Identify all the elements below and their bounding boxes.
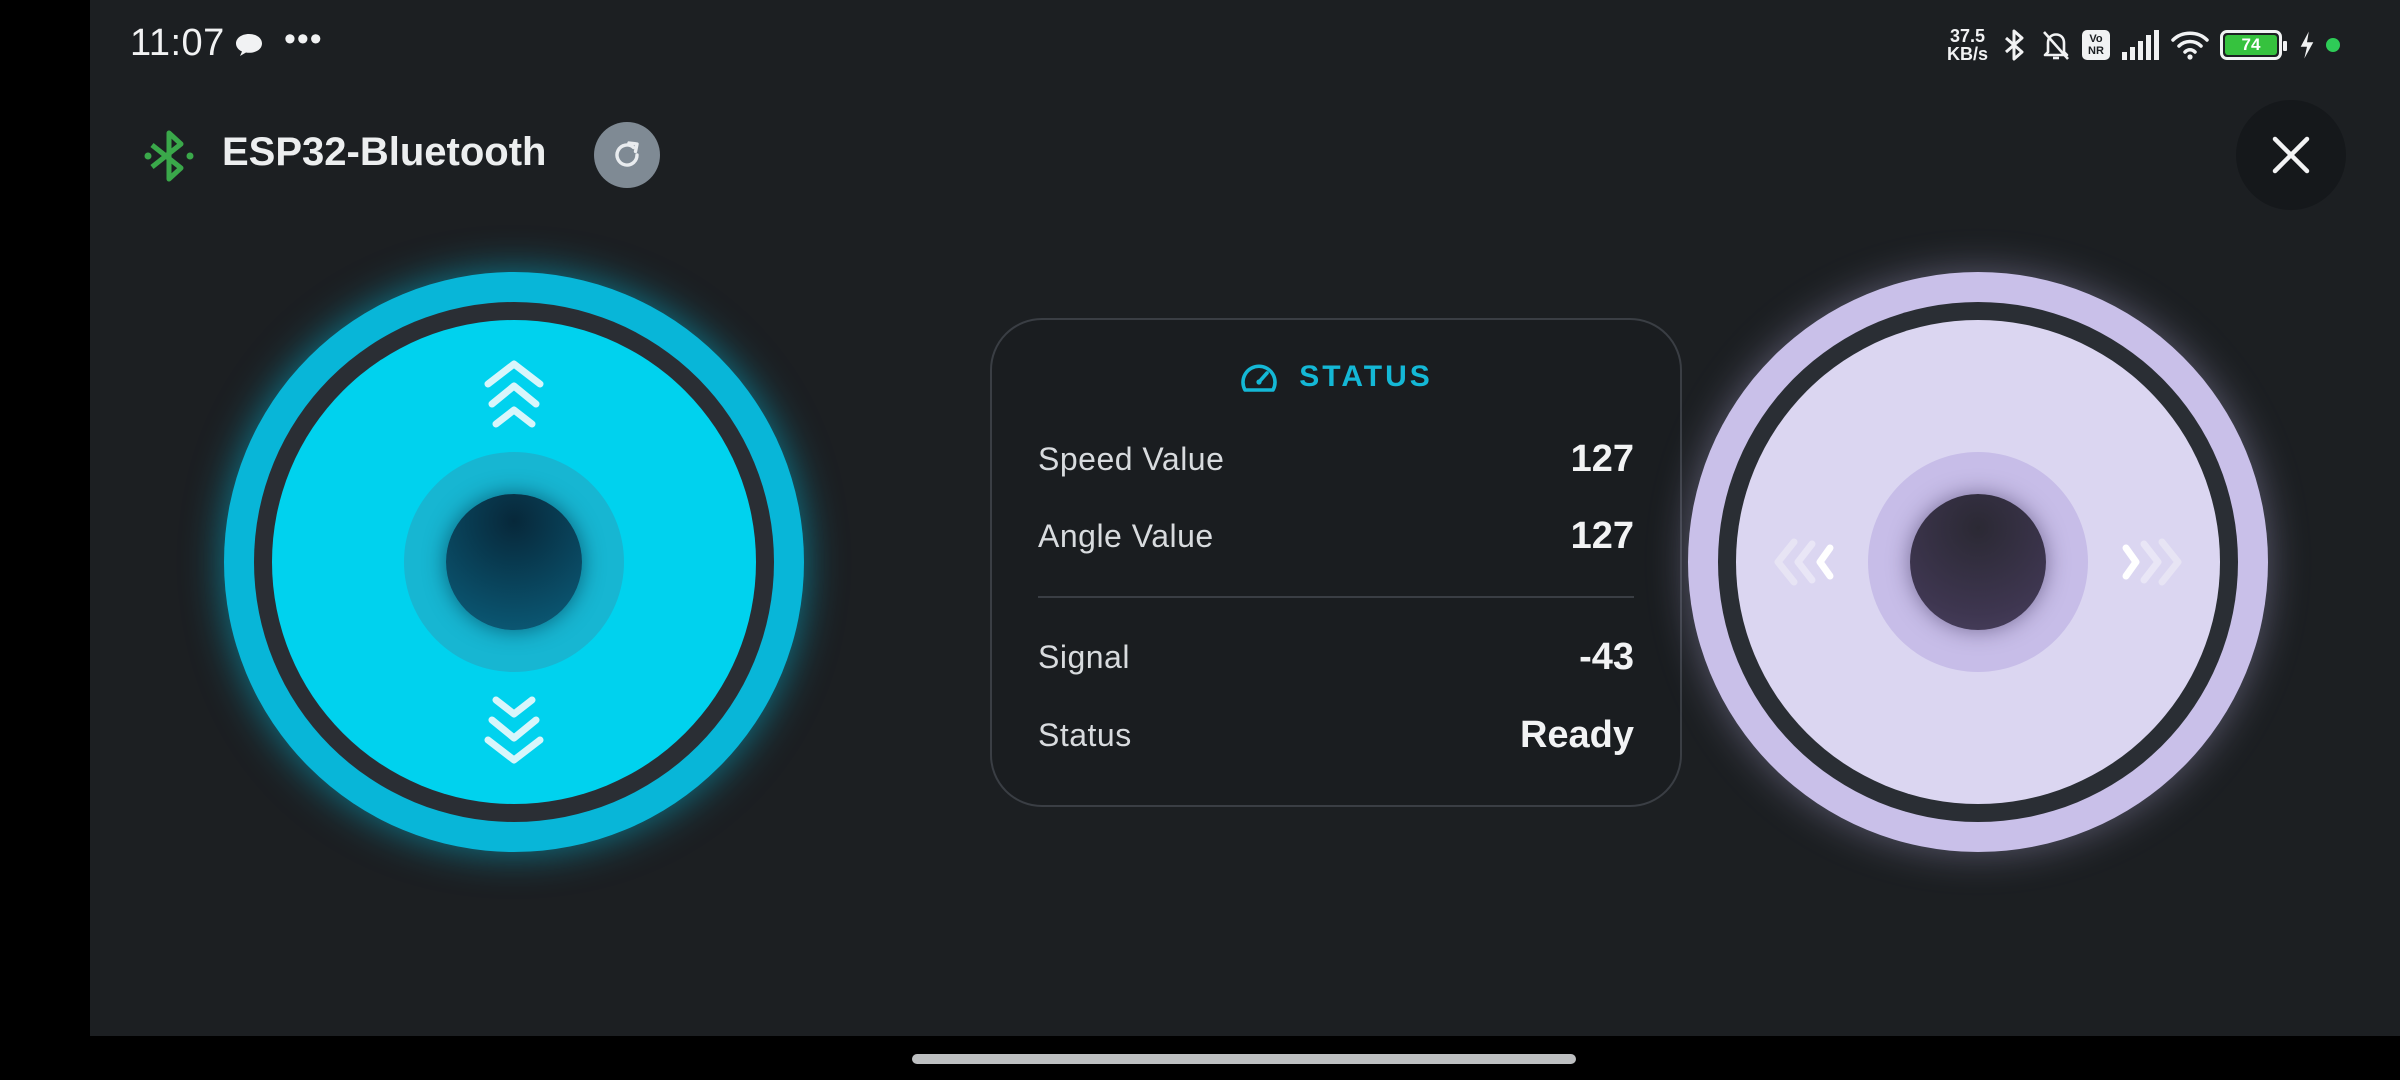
signal-value: -43 — [1579, 636, 1634, 678]
joystick-knob-halo — [404, 452, 624, 672]
battery-icon: 74 — [2220, 30, 2287, 60]
home-indicator[interactable] — [912, 1054, 1576, 1064]
network-rate-value: 37.5 — [1949, 26, 1986, 46]
speedometer-icon — [1241, 364, 1277, 392]
app-screen: 11:07 ••• 37.5 KB/s Vo NR 74 ESP32-Bluet… — [90, 0, 2400, 1036]
speed-joystick[interactable] — [224, 272, 804, 852]
network-rate: 37.5 KB/s — [1947, 27, 1988, 63]
status-bar-indicators: 37.5 KB/s Vo NR 74 — [1947, 24, 2340, 66]
chevrons-up-icon — [484, 360, 544, 428]
refresh-icon — [615, 141, 639, 167]
status-row-label: Speed Value — [1038, 441, 1225, 477]
battery-level: 74 — [2225, 35, 2277, 55]
privacy-dot — [2326, 38, 2340, 52]
status-row-label: Angle Value — [1038, 518, 1214, 554]
status-card-title: STATUS — [1299, 360, 1433, 393]
charging-icon — [2300, 31, 2314, 59]
joystick-ring — [254, 302, 774, 822]
status-row-label: Signal — [1038, 639, 1130, 675]
signal-icon — [2122, 30, 2159, 60]
status-row-label: Status — [1038, 717, 1132, 753]
status-row-angle: Angle Value 127 — [1038, 515, 1634, 558]
speed-value: 127 — [1570, 438, 1634, 480]
speed-joystick-knob[interactable] — [446, 494, 582, 630]
more-dots-icon: ••• — [284, 20, 323, 58]
angle-joystick-knob[interactable] — [1910, 494, 2046, 630]
chevrons-right-icon — [2122, 538, 2182, 586]
joystick-ring — [1718, 302, 2238, 822]
bluetooth-icon — [2005, 29, 2024, 61]
close-button[interactable] — [2236, 100, 2346, 210]
network-rate-unit: KB/s — [1946, 44, 1988, 64]
chevrons-down-icon — [484, 696, 544, 764]
status-card-divider — [1038, 596, 1634, 598]
bell-off-icon — [2043, 31, 2069, 60]
status-row-status: Status Ready — [1038, 714, 1634, 757]
wifi-icon — [2171, 31, 2209, 60]
bluetooth-icon — [144, 130, 194, 182]
status-row-speed: Speed Value 127 — [1038, 438, 1634, 481]
vonr-icon: Vo NR — [2082, 30, 2110, 60]
status-card: STATUS Speed Value 127 Angle Value 127 S… — [990, 318, 1682, 807]
status-bar-time: 11:07 — [130, 22, 225, 64]
status-row-signal: Signal -43 — [1038, 636, 1634, 679]
status-card-header: STATUS — [992, 360, 1680, 394]
joystick-pad[interactable] — [272, 320, 756, 804]
chevrons-left-icon — [1774, 538, 1834, 586]
close-icon — [2272, 136, 2310, 174]
angle-joystick[interactable] — [1688, 272, 2268, 852]
device-name: ESP32-Bluetooth — [222, 130, 547, 174]
status-value: Ready — [1519, 714, 1634, 756]
joystick-pad[interactable] — [1736, 320, 2220, 804]
chat-bubble-icon — [236, 34, 262, 56]
refresh-button[interactable] — [594, 122, 660, 188]
angle-value: 127 — [1570, 515, 1634, 557]
joystick-knob-halo — [1868, 452, 2088, 672]
